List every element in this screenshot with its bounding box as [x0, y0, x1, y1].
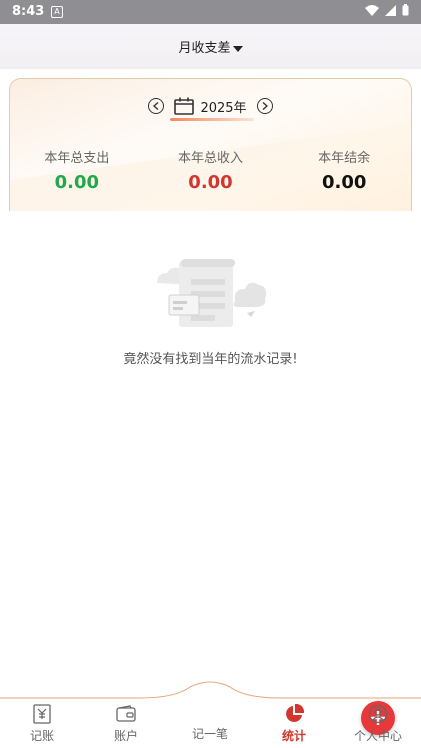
- empty-records-illustration: [156, 259, 266, 327]
- notification-icon: A: [51, 6, 63, 18]
- user-circle-icon: [368, 704, 388, 724]
- stat-label: 本年总收入: [178, 151, 244, 166]
- pie-chart-icon: [286, 704, 304, 722]
- header-title-dropdown[interactable]: 月收支差: [0, 37, 421, 56]
- stat-label: 本年总支出: [44, 151, 110, 166]
- year-display[interactable]: 2025年: [170, 97, 255, 121]
- tab-profile[interactable]: 个人中心: [336, 703, 420, 744]
- page-title: 月收支差: [178, 41, 231, 56]
- chevron-left-icon: [153, 102, 159, 110]
- tab-accounts[interactable]: 账户: [84, 703, 168, 744]
- status-bar: 8:43 A: [0, 0, 421, 24]
- tab-label: 统计: [281, 729, 306, 743]
- status-time: 8:43: [12, 4, 45, 19]
- stat-value: 0.00: [188, 172, 233, 193]
- prev-year-button[interactable]: [148, 98, 165, 114]
- next-year-button[interactable]: [256, 98, 273, 114]
- tabbar-curve: [0, 681, 421, 699]
- caret-down-icon: [232, 45, 243, 52]
- tab-bookkeeping[interactable]: 记账: [0, 703, 84, 744]
- status-icons: [365, 4, 409, 16]
- chevron-right-icon: [262, 102, 268, 110]
- calendar-icon: [174, 97, 195, 115]
- stat-value: 0.00: [321, 172, 367, 193]
- year-selector: 2025年: [10, 95, 411, 121]
- signal-icon: [385, 4, 396, 16]
- year-text: 2025年: [200, 100, 247, 116]
- tab-label: 记账: [29, 729, 54, 743]
- tab-label: 账户: [113, 729, 138, 743]
- wallet-icon: [116, 705, 136, 722]
- page-header: 月收支差: [0, 24, 421, 69]
- yen-receipt-icon: [33, 704, 51, 724]
- year-summary-card: 2025年 本年总支出 0.00 本年总收入 0.00 本年结余 0.00: [9, 78, 412, 211]
- stat-label: 本年结余: [318, 151, 371, 166]
- tab-label: 个人中心: [353, 729, 402, 743]
- stat-balance: 本年结余 0.00: [277, 147, 411, 193]
- empty-message: 竟然没有找到当年的流水记录!: [123, 352, 298, 367]
- stat-total-income: 本年总收入 0.00: [144, 147, 278, 193]
- tab-add-record[interactable]: 记一笔: [168, 701, 395, 742]
- tab-statistics[interactable]: 统计: [252, 703, 336, 744]
- stat-value: 0.00: [54, 172, 100, 193]
- empty-state: [0, 255, 421, 339]
- stats-row: 本年总支出 0.00 本年总收入 0.00 本年结余 0.00: [10, 147, 411, 193]
- year-underline: [170, 117, 255, 121]
- tab-label: 记一笔: [191, 727, 228, 741]
- wifi-icon: [365, 4, 379, 16]
- bottom-tab-bar: 记账 账户 记一笔 统计 个人中心: [0, 681, 421, 748]
- battery-icon: [402, 4, 409, 16]
- stat-total-expense: 本年总支出 0.00: [10, 147, 144, 193]
